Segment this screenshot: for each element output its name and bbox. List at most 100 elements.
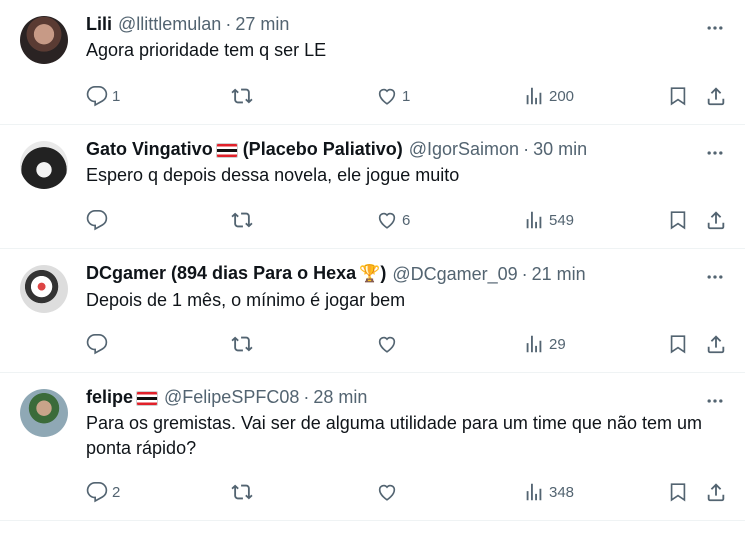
views-count: 200 [549,87,575,105]
views-icon [526,87,542,105]
tweet-header: Gato Vingativo (Placebo Paliativo) @Igor… [86,137,729,161]
display-name[interactable]: DCgamer (894 dias Para o Hexa 🏆) [86,261,386,286]
tweet-actions: 1 1 200 [86,84,729,108]
retweet-button[interactable] [231,208,257,232]
share-icon [707,335,725,354]
separator-dot: · [303,387,310,407]
views-button[interactable]: 549 [523,208,574,232]
tweet-actions: 29 [86,332,729,356]
avatar[interactable] [20,265,68,313]
share-button[interactable] [705,332,727,356]
timestamp[interactable]: 21 min [532,262,586,286]
reply-count: 1 [112,87,121,105]
tweet-text: Depois de 1 mês, o mínimo é jogar bem [86,290,406,310]
more-icon[interactable] [703,16,727,40]
reply-count: 2 [112,483,121,501]
reply-button[interactable] [86,208,112,232]
tweet-header: Lili @llittlemulan · 27 min [86,12,729,36]
like-button[interactable] [376,480,402,504]
views-icon [526,211,542,229]
views-count: 29 [549,335,566,353]
tweet-header: DCgamer (894 dias Para o Hexa 🏆) @DCgamer… [86,261,729,286]
share-button[interactable] [705,84,727,108]
bookmark-icon [670,335,686,354]
share-icon [707,87,725,106]
views-button[interactable]: 200 [523,84,574,108]
display-name[interactable]: felipe [86,385,159,409]
timestamp[interactable]: 27 min [235,12,289,36]
separator-dot: · [225,14,232,34]
heart-icon [378,212,396,229]
reply-button[interactable] [86,332,112,356]
avatar[interactable] [20,141,68,189]
bookmark-icon [670,87,686,106]
heart-icon [378,88,396,105]
timestamp[interactable]: 30 min [533,137,587,161]
retweet-button[interactable] [231,84,257,108]
tweet[interactable]: Lili @llittlemulan · 27 min Agora priori… [0,0,745,125]
views-button[interactable]: 348 [523,480,574,504]
like-button[interactable] [376,332,402,356]
tweet-actions: 2 348 [86,480,729,504]
tweet-text: Para os gremistas. Vai ser de alguma uti… [86,413,702,458]
separator-dot: · [523,139,530,159]
reply-icon [86,334,108,355]
share-button[interactable] [705,480,727,504]
user-handle[interactable]: @llittlemulan [118,12,221,36]
reply-icon [86,482,108,503]
retweet-button[interactable] [231,480,257,504]
tweet-actions: 6 549 [86,208,729,232]
bookmark-button[interactable] [667,480,689,504]
reply-button[interactable]: 1 [86,84,120,108]
display-name[interactable]: Gato Vingativo (Placebo Paliativo) [86,137,403,161]
more-icon[interactable] [703,389,727,413]
display-name[interactable]: Lili [86,12,112,36]
views-button[interactable]: 29 [523,332,566,356]
retweet-icon [231,212,253,228]
heart-icon [378,484,396,501]
share-icon [707,211,725,230]
retweet-button[interactable] [231,332,257,356]
tweet-header: felipe @FelipeSPFC08 · 28 min [86,385,729,409]
more-icon[interactable] [703,141,727,165]
tweet[interactable]: DCgamer (894 dias Para o Hexa 🏆) @DCgamer… [0,249,745,373]
reply-button[interactable]: 2 [86,480,120,504]
views-icon [526,335,542,353]
share-button[interactable] [705,208,727,232]
reply-icon [86,86,108,107]
user-handle[interactable]: @FelipeSPFC08 [164,385,299,409]
views-count: 348 [549,483,575,501]
avatar[interactable] [20,16,68,64]
tweet[interactable]: Gato Vingativo (Placebo Paliativo) @Igor… [0,125,745,249]
tweet[interactable]: felipe @FelipeSPFC08 · 28 min Para os gr… [0,373,745,521]
views-count: 549 [549,211,575,229]
like-button[interactable]: 6 [376,208,410,232]
bookmark-button[interactable] [667,84,689,108]
trophy-icon: 🏆 [359,264,381,283]
tweet-feed: Lili @llittlemulan · 27 min Agora priori… [0,0,745,521]
separator-dot: · [521,263,528,284]
bookmark-button[interactable] [667,332,689,356]
user-handle[interactable]: @IgorSaimon [409,137,519,161]
tweet-text: Espero q depois dessa novela, ele jogue … [86,165,460,185]
heart-icon [378,336,396,353]
retweet-icon [231,484,253,500]
timestamp[interactable]: 28 min [313,385,367,409]
views-icon [526,483,542,501]
flag-icon [136,390,159,406]
bookmark-icon [670,211,686,230]
user-handle[interactable]: @DCgamer_09 [392,262,517,286]
bookmark-icon [670,483,686,502]
retweet-icon [231,88,253,104]
more-icon[interactable] [703,265,727,289]
like-count: 6 [402,211,411,229]
like-button[interactable]: 1 [376,84,410,108]
tweet-text: Agora prioridade tem q ser LE [86,40,327,60]
retweet-icon [231,336,253,352]
flag-icon [215,142,238,158]
like-count: 1 [402,87,411,105]
share-icon [707,483,725,502]
bookmark-button[interactable] [667,208,689,232]
avatar[interactable] [20,389,68,437]
reply-icon [86,210,108,231]
